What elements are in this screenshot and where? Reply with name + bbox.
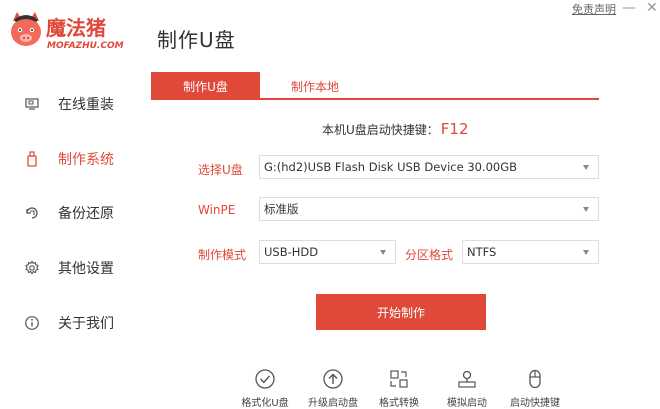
tab-bar: 制作U盘 制作本地 [151, 72, 599, 100]
chevron-down-icon [583, 207, 589, 212]
winpe-select-value: 标准版 [264, 202, 299, 216]
chevron-down-icon [583, 165, 589, 170]
tool-simulate-boot[interactable]: 模拟启动 [432, 366, 502, 409]
tool-boot-hotkey[interactable]: 启动快捷键 [500, 366, 570, 409]
disclaimer-link[interactable]: 免责声明 [572, 1, 616, 17]
usb-select-label: 选择U盘 [198, 163, 243, 177]
usb-select[interactable]: G:(hd2)USB Flash Disk USB Device 30.00GB [259, 155, 599, 179]
tool-label: 格式转换 [379, 398, 419, 409]
tool-label: 模拟启动 [447, 398, 487, 409]
partition-select-value: NTFS [467, 245, 497, 259]
mode-select[interactable]: USB-HDD [259, 240, 396, 264]
sidebar-item-online-reinstall[interactable]: 在线重装 [0, 86, 150, 122]
winpe-select-label: WinPE [198, 203, 236, 217]
minimize-button[interactable]: — [622, 0, 636, 16]
sidebar-item-label: 其他设置 [58, 261, 114, 277]
info-icon [24, 315, 40, 331]
hotkey-info: 本机U盘启动快捷键： F12 [322, 120, 469, 138]
gear-icon [24, 260, 40, 276]
start-make-button[interactable]: 开始制作 [316, 294, 486, 330]
sidebar-item-make-system[interactable]: 制作系统 [0, 141, 150, 177]
simulate-icon [456, 368, 478, 390]
convert-icon [388, 368, 410, 390]
winpe-select[interactable]: 标准版 [259, 197, 599, 221]
sidebar-item-label: 制作系统 [58, 152, 114, 168]
upgrade-icon [322, 368, 344, 390]
hotkey-label: 本机U盘启动快捷键： [322, 123, 439, 137]
tool-label: 升级启动盘 [308, 398, 358, 409]
sidebar-item-label: 关于我们 [58, 316, 114, 332]
monitor-icon [24, 96, 40, 112]
check-circle-icon [254, 368, 276, 390]
mode-select-value: USB-HDD [264, 245, 319, 259]
tool-format-convert[interactable]: 格式转换 [364, 366, 434, 409]
svg-text:MOFAZHU.COM: MOFAZHU.COM [47, 41, 124, 51]
partition-select-label: 分区格式 [405, 248, 454, 262]
sidebar-item-about-us[interactable]: 关于我们 [0, 305, 150, 341]
chevron-down-icon [380, 250, 386, 255]
tool-label: 启动快捷键 [510, 398, 560, 409]
sidebar: 在线重装 制作系统 备份还原 其他设置 关于我们 [0, 72, 150, 372]
app-logo: 魔法猪 MOFAZHU.COM [6, 8, 146, 52]
partition-select[interactable]: NTFS [462, 240, 599, 264]
page-title: 制作U盘 [157, 28, 236, 52]
tab-make-usb[interactable]: 制作U盘 [151, 72, 260, 100]
svg-text:魔法猪: 魔法猪 [46, 16, 106, 40]
title-bar: 魔法猪 MOFAZHU.COM 制作U盘 免责声明 — ✕ [0, 0, 660, 62]
tool-upgrade-boot-disk[interactable]: 升级启动盘 [298, 366, 368, 409]
tool-format-usb[interactable]: 格式化U盘 [230, 366, 300, 409]
tool-label: 格式化U盘 [241, 398, 289, 409]
usb-select-value: G:(hd2)USB Flash Disk USB Device 30.00GB [264, 160, 518, 174]
sidebar-item-other-settings[interactable]: 其他设置 [0, 250, 150, 286]
hotkey-value: F12 [440, 120, 469, 138]
sidebar-item-label: 在线重装 [58, 97, 114, 113]
sidebar-item-label: 备份还原 [58, 206, 114, 222]
backup-restore-icon [24, 205, 40, 221]
tab-make-local[interactable]: 制作本地 [260, 72, 370, 100]
usb-drive-icon [24, 151, 40, 167]
sidebar-item-backup-restore[interactable]: 备份还原 [0, 195, 150, 231]
chevron-down-icon [583, 250, 589, 255]
close-button[interactable]: ✕ [646, 0, 658, 16]
mouse-icon [524, 368, 546, 390]
mode-select-label: 制作模式 [198, 248, 247, 262]
